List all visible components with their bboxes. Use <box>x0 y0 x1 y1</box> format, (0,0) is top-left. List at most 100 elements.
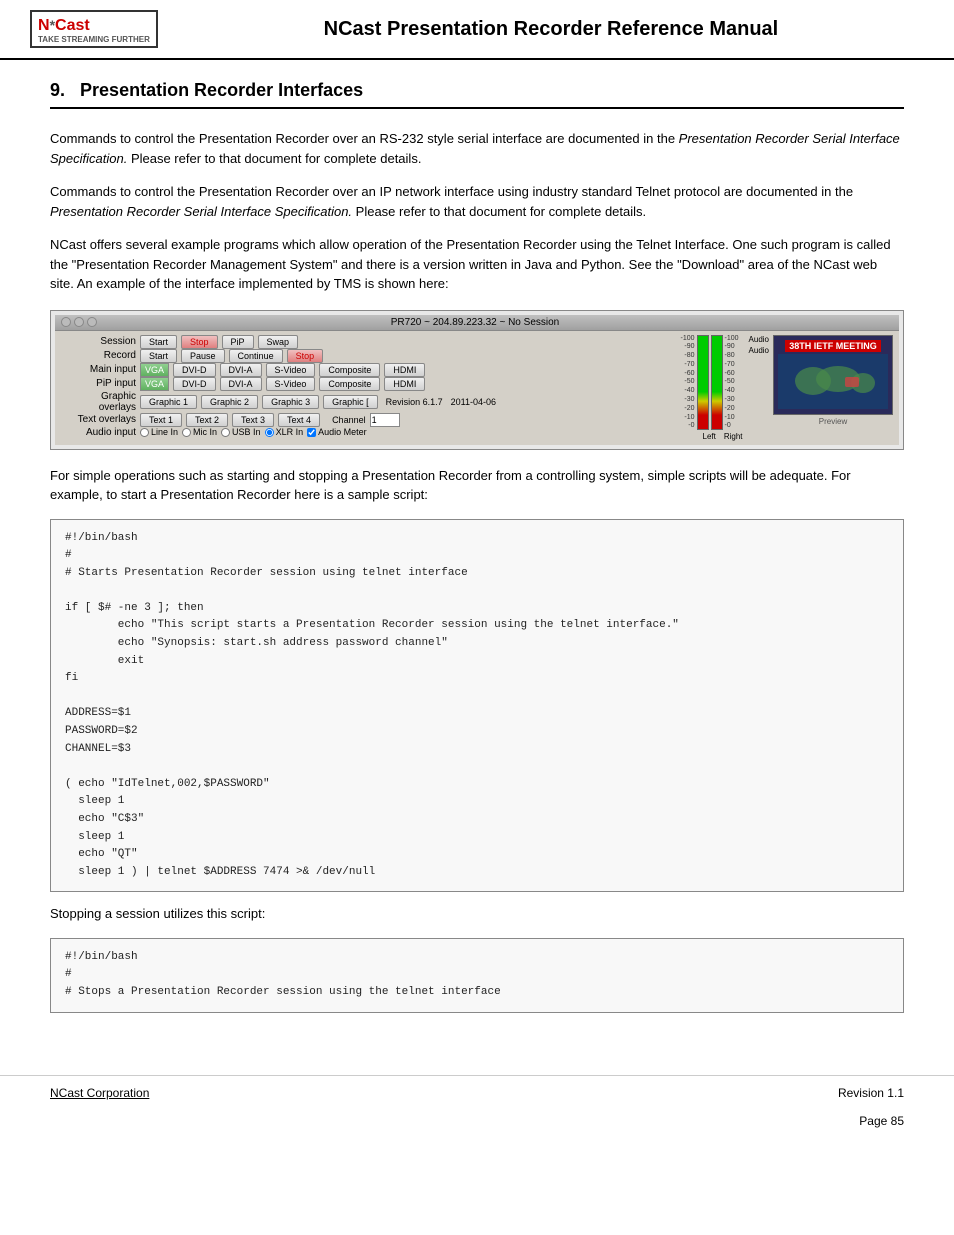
session-start-btn[interactable]: Start <box>140 335 177 349</box>
pip-input-label: PiP input <box>61 378 136 389</box>
record-pause-btn[interactable]: Pause <box>181 349 225 363</box>
meter-bar-right <box>711 335 723 430</box>
audio-label-1: Audio <box>749 335 769 344</box>
graphic-overlays-label: Graphic overlays <box>61 391 136 413</box>
right-channel-label: Right <box>724 432 743 441</box>
tms-dot-2 <box>74 317 84 327</box>
preview-label: Preview <box>819 417 847 426</box>
preview-area: 38TH IETF MEETING <box>773 335 893 426</box>
meter-area-left: -100 -90 -80 -70 -60 -50 -40 -30 -20 -10 <box>681 335 743 441</box>
tms-pip-input-row: PiP input VGA DVI-D DVI-A S-Video Compos… <box>61 377 677 391</box>
para2-text: Commands to control the Presentation Rec… <box>50 184 853 199</box>
audio-line-in-radio[interactable] <box>140 428 149 437</box>
audio-xlr-in[interactable]: XLR In <box>265 427 304 437</box>
tms-dot-3 <box>87 317 97 327</box>
paragraph-5: Stopping a session utilizes this script: <box>50 904 904 924</box>
page-header: N*Cast TAKE STREAMING FURTHER NCast Pres… <box>0 0 954 60</box>
pip-input-dvid[interactable]: DVI-D <box>173 377 216 391</box>
audio-line-in[interactable]: Line In <box>140 427 178 437</box>
main-input-svideo[interactable]: S-Video <box>266 363 316 377</box>
channel-label: Channel <box>332 415 366 425</box>
audio-input-label: Audio input <box>61 427 136 438</box>
audio-xlr-in-radio[interactable] <box>265 428 274 437</box>
preview-title: 38TH IETF MEETING <box>785 340 881 352</box>
main-input-vga[interactable]: VGA <box>140 363 169 377</box>
para2-end: Please refer to that document for comple… <box>352 204 646 219</box>
logo: N*Cast TAKE STREAMING FURTHER <box>30 10 158 48</box>
pip-input-dvia[interactable]: DVI-A <box>220 377 262 391</box>
meter-bar-left <box>697 335 709 430</box>
session-stop-btn[interactable]: Stop <box>181 335 218 349</box>
graphic1-btn[interactable]: Graphic 1 <box>140 395 197 409</box>
paragraph-1: Commands to control the Presentation Rec… <box>50 129 904 168</box>
graphic2-btn[interactable]: Graphic 2 <box>201 395 258 409</box>
section-title: Presentation Recorder Interfaces <box>80 80 363 100</box>
meter-scales: -100 -90 -80 -70 -60 -50 -40 -30 -20 -10 <box>681 335 739 430</box>
tms-inner: Session Start Stop PiP Swap Record Start… <box>55 331 899 445</box>
logo-text: N <box>38 17 50 34</box>
tms-dot-1 <box>61 317 71 327</box>
code-block-2: #!/bin/bash # # Stops a Presentation Rec… <box>50 938 904 1013</box>
tms-main-input-row: Main input VGA DVI-D DVI-A S-Video Compo… <box>61 363 677 377</box>
revision-label: Revision 6.1.7 <box>386 397 443 407</box>
pip-input-vga[interactable]: VGA <box>140 377 169 391</box>
text4-btn[interactable]: Text 4 <box>278 413 320 427</box>
main-input-hdmi[interactable]: HDMI <box>384 363 425 377</box>
footer-revision: Revision 1.1 <box>838 1086 904 1100</box>
logo-area: N*Cast TAKE STREAMING FURTHER <box>30 10 158 48</box>
tms-window-controls <box>61 317 97 327</box>
tms-audio-input-row: Audio input Line In Mic In USB In XLR In <box>61 427 677 438</box>
graphic3-btn[interactable]: Graphic 3 <box>262 395 319 409</box>
preview-image: 38TH IETF MEETING <box>773 335 893 415</box>
preview-content <box>778 354 888 409</box>
text1-btn[interactable]: Text 1 <box>140 413 182 427</box>
record-start-btn[interactable]: Start <box>140 349 177 363</box>
para1-text: Commands to control the Presentation Rec… <box>50 131 679 146</box>
audio-meter-checkbox[interactable]: Audio Meter <box>307 427 367 437</box>
audio-usb-in-radio[interactable] <box>221 428 230 437</box>
audio-meter-check[interactable] <box>307 428 316 437</box>
meter-scale-labels-right: -100 -90 -80 -70 -60 -50 -40 -30 -20 -10 <box>725 335 739 430</box>
graphic4-btn[interactable]: Graphic [ <box>323 395 378 409</box>
left-channel-label: Left <box>703 432 716 441</box>
tms-right-side: -100 -90 -80 -70 -60 -50 -40 -30 -20 -10 <box>681 335 894 441</box>
tms-session-row: Session Start Stop PiP Swap <box>61 335 677 349</box>
main-input-dvid[interactable]: DVI-D <box>173 363 216 377</box>
main-input-label: Main input <box>61 364 136 375</box>
audio-usb-in[interactable]: USB In <box>221 427 261 437</box>
text2-btn[interactable]: Text 2 <box>186 413 228 427</box>
audio-mic-in[interactable]: Mic In <box>182 427 217 437</box>
section-heading: 9. Presentation Recorder Interfaces <box>50 80 904 109</box>
page-footer: NCast Corporation Revision 1.1 <box>0 1075 954 1110</box>
session-label: Session <box>61 336 136 347</box>
session-pip-btn[interactable]: PiP <box>222 335 254 349</box>
main-input-composite[interactable]: Composite <box>319 363 380 377</box>
tms-titlebar: PR720 ~ 204.89.223.32 ~ No Session <box>55 315 899 331</box>
channel-input[interactable] <box>370 413 400 427</box>
document-title: NCast Presentation Recorder Reference Ma… <box>178 18 924 41</box>
page-content: 9. Presentation Recorder Interfaces Comm… <box>0 70 954 1055</box>
audio-mic-in-radio[interactable] <box>182 428 191 437</box>
text-overlays-label: Text overlays <box>61 414 136 425</box>
text3-btn[interactable]: Text 3 <box>232 413 274 427</box>
meter-channel-labels: Left Right <box>681 432 743 441</box>
audio-label-2: Audio <box>749 346 769 355</box>
main-input-dvia[interactable]: DVI-A <box>220 363 262 377</box>
preview-map-svg <box>783 359 883 404</box>
revision-date: 2011-04-06 <box>451 397 496 407</box>
tms-title: PR720 ~ 204.89.223.32 ~ No Session <box>391 317 559 328</box>
footer-company: NCast Corporation <box>50 1086 149 1100</box>
tms-controls-area: Session Start Stop PiP Swap Record Start… <box>61 335 677 441</box>
pip-input-hdmi[interactable]: HDMI <box>384 377 425 391</box>
tms-graphic-overlays-row: Graphic overlays Graphic 1 Graphic 2 Gra… <box>61 391 677 413</box>
pip-input-composite[interactable]: Composite <box>319 377 380 391</box>
pip-input-svideo[interactable]: S-Video <box>266 377 316 391</box>
tms-main-area: Session Start Stop PiP Swap Record Start… <box>61 335 893 441</box>
session-swap-btn[interactable]: Swap <box>258 335 299 349</box>
record-continue-btn[interactable]: Continue <box>229 349 283 363</box>
para1-end: Please refer to that document for comple… <box>127 151 421 166</box>
tms-text-overlays-row: Text overlays Text 1 Text 2 Text 3 Text … <box>61 413 677 427</box>
paragraph-2: Commands to control the Presentation Rec… <box>50 182 904 221</box>
record-stop-btn[interactable]: Stop <box>287 349 324 363</box>
logo-tagline: TAKE STREAMING FURTHER <box>38 35 150 44</box>
